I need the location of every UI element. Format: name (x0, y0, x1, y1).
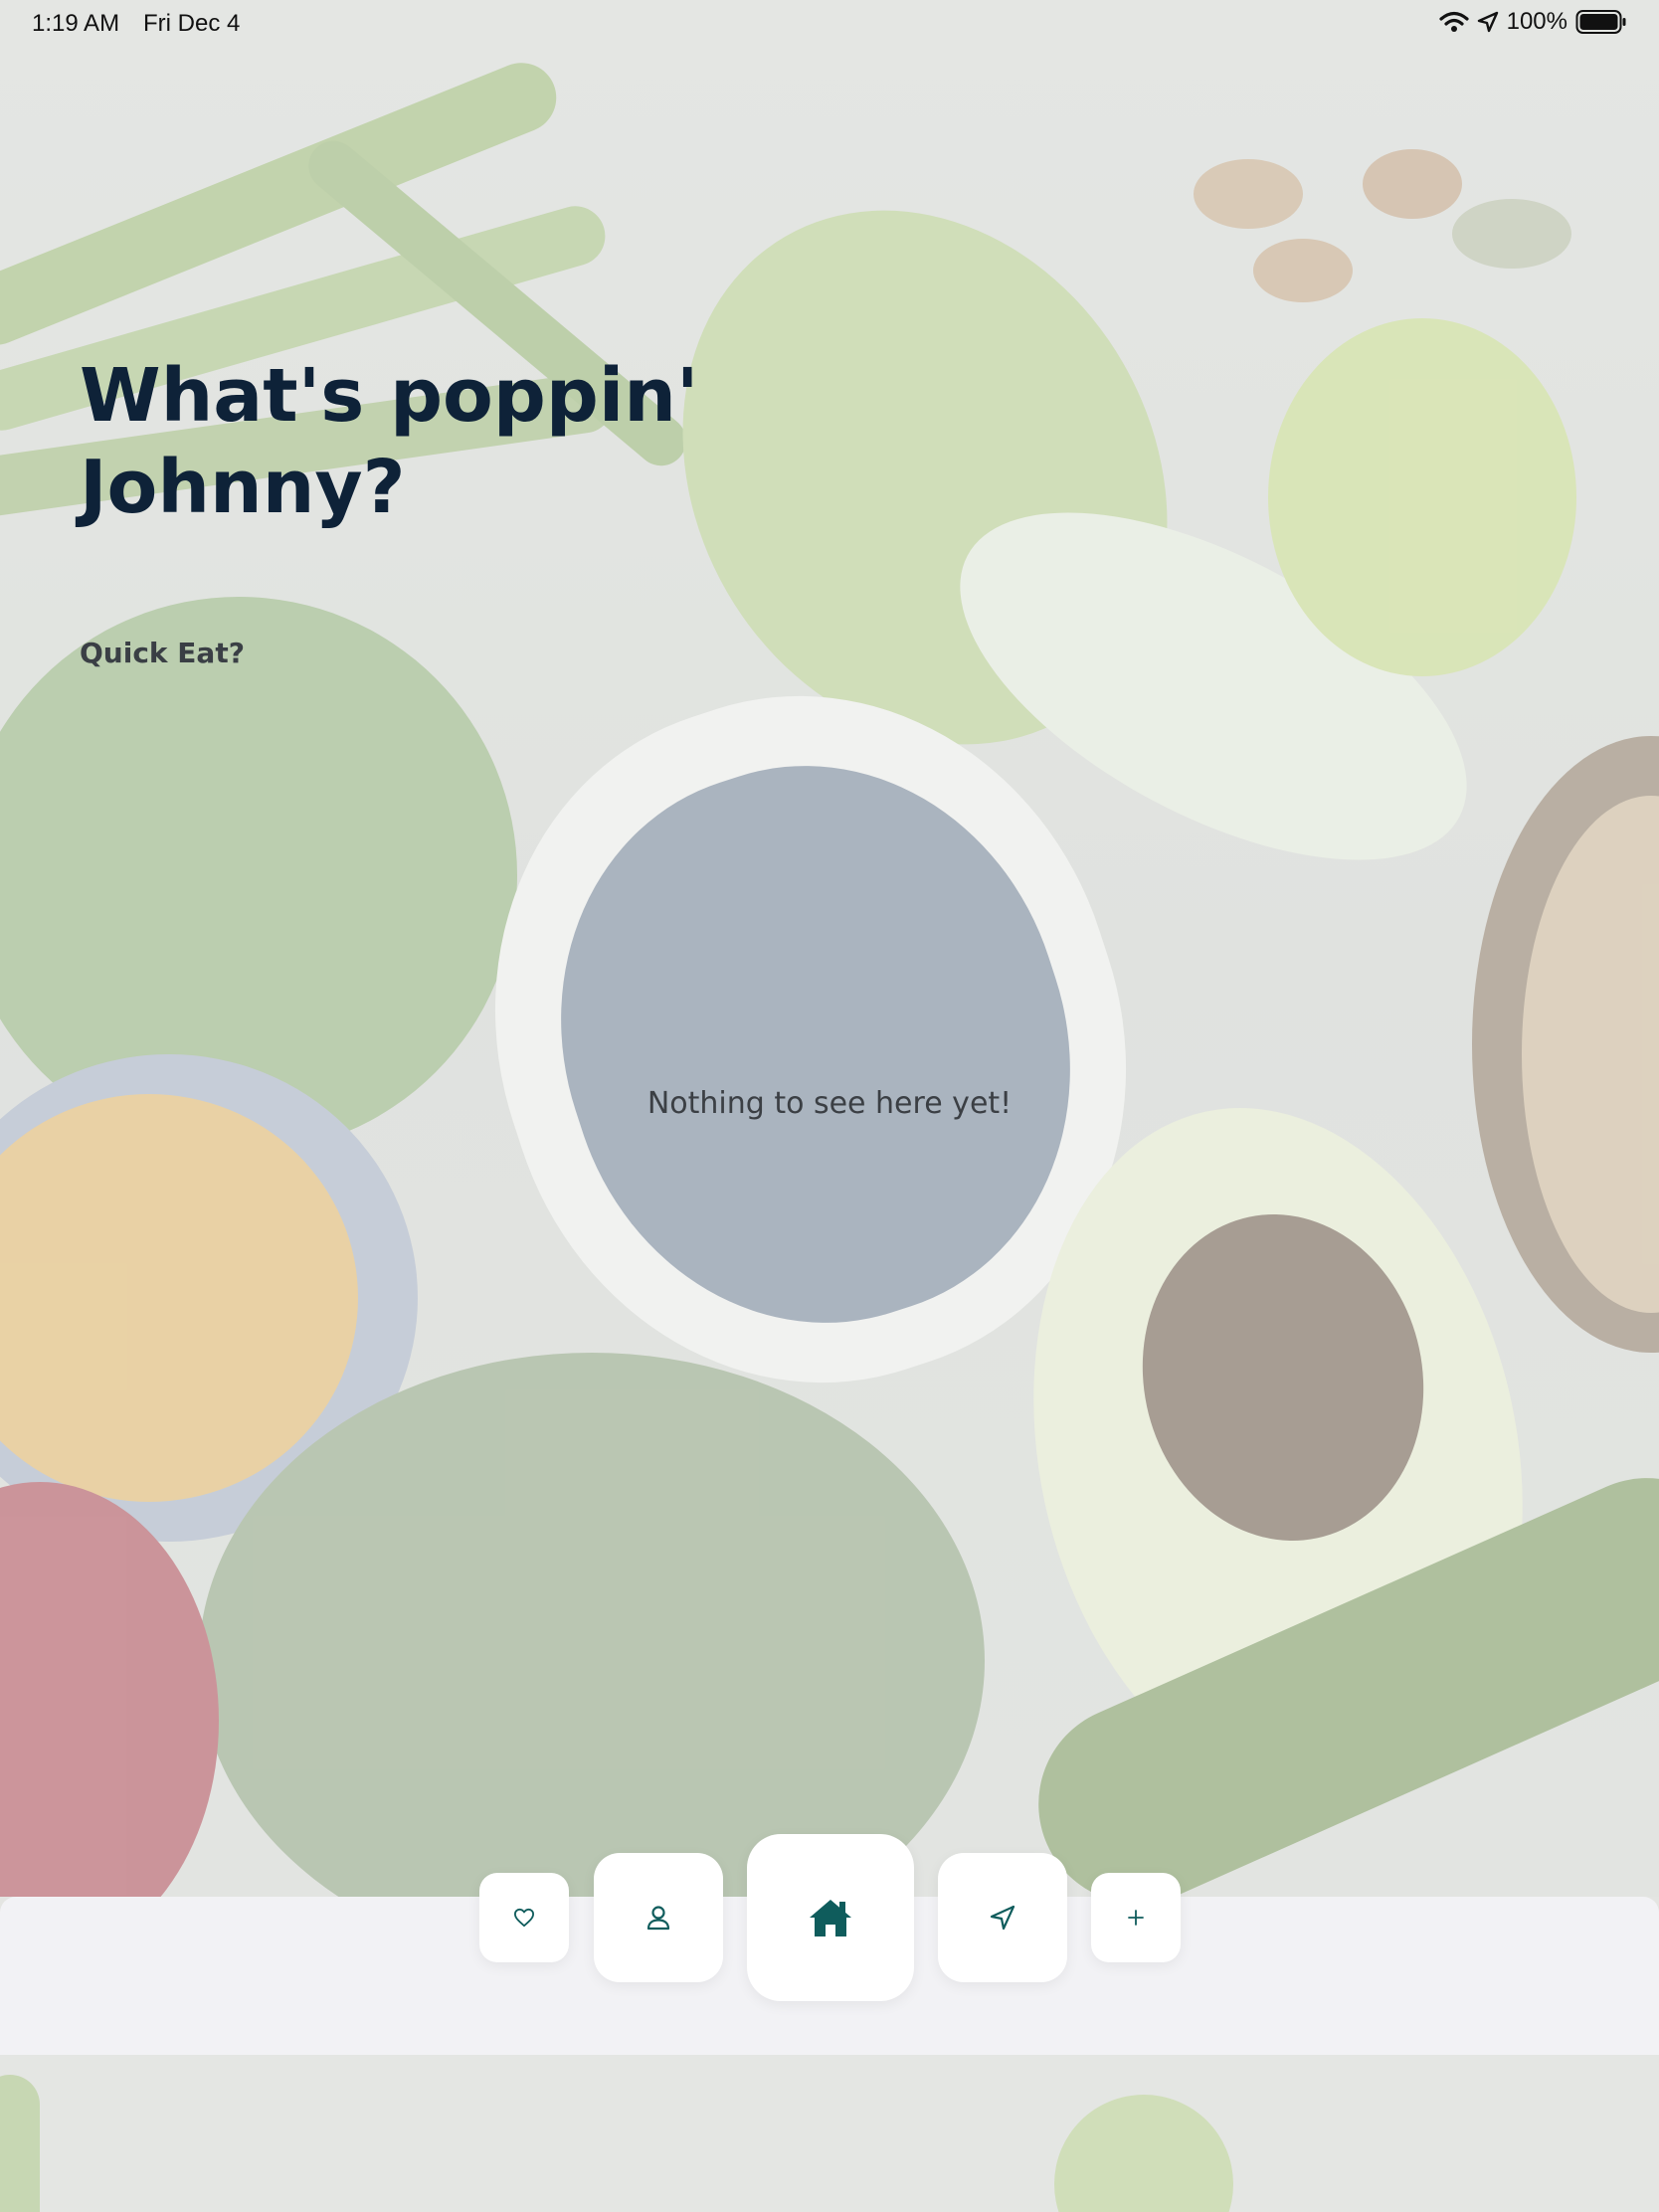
plus-icon (1127, 1909, 1145, 1927)
quick-eat-heading: Quick Eat? (80, 637, 245, 669)
tab-explore-button[interactable] (938, 1853, 1067, 1982)
empty-state-message: Nothing to see here yet! (646, 1086, 1013, 1121)
status-right: 100% (1439, 8, 1627, 36)
status-date: Fri Dec 4 (143, 10, 241, 37)
tab-home-button[interactable] (747, 1834, 914, 2001)
status-bar: 1:19 AM Fri Dec 4 100% (0, 0, 1659, 48)
greeting-title: What's poppin' Johnny? (80, 350, 776, 533)
tab-add-button[interactable] (1091, 1873, 1181, 1962)
greeting-line-1: What's poppin' (80, 353, 699, 439)
home-icon (808, 1897, 853, 1938)
user-icon (645, 1904, 672, 1932)
background-food-image (0, 0, 1659, 1897)
battery-percent: 100% (1506, 8, 1567, 35)
status-time: 1:19 AM (32, 10, 120, 37)
location-arrow-icon (1477, 11, 1499, 33)
battery-icon (1575, 9, 1627, 35)
navigation-arrow-icon (989, 1904, 1016, 1932)
tab-favorites-button[interactable] (479, 1873, 569, 1962)
tab-profile-button[interactable] (594, 1853, 723, 1982)
greeting-line-2: Johnny? (80, 445, 406, 530)
heart-icon (513, 1908, 535, 1928)
background-food-image-lower (0, 2055, 1659, 2212)
wifi-icon (1439, 10, 1469, 34)
